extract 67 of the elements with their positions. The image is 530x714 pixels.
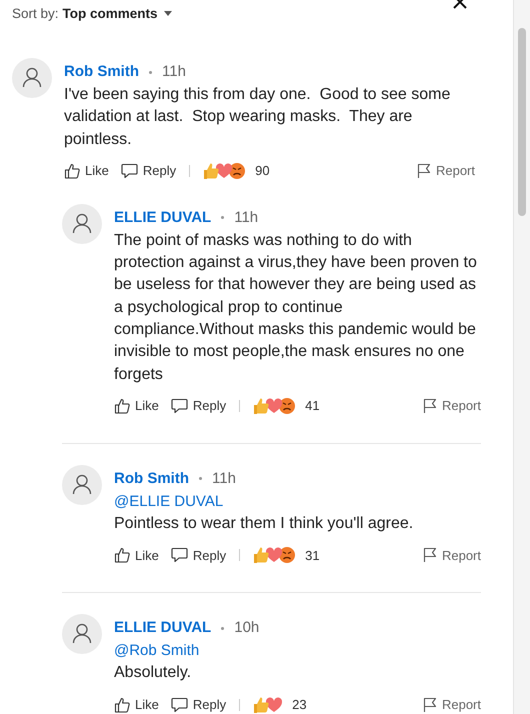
reply-button[interactable]: Reply	[170, 398, 226, 414]
comment-text: The point of masks was nothing to do with protection against a virus,they have been proven to be useless for that however they are being used as a psychological prop to continue compliance.Without masks this pandemic would be invisible to most people,the mask ensures no one forgets	[114, 230, 478, 385]
heart-emoji-icon	[215, 162, 234, 180]
report-button[interactable]: Report	[422, 696, 481, 713]
comment-text: Absolutely.	[114, 663, 192, 684]
like-button[interactable]: Like	[64, 162, 109, 179]
thumbs-up-emoji-icon	[202, 162, 220, 180]
like-button[interactable]: Like	[114, 547, 159, 564]
reply-button[interactable]: Reply	[170, 696, 226, 713]
separator-dot	[221, 626, 224, 630]
heart-emoji-icon	[265, 696, 284, 714]
thumbs-up-icon	[114, 547, 130, 564]
avatar-icon	[62, 614, 102, 654]
author-name[interactable]: Rob Smith	[64, 62, 139, 82]
close-icon[interactable]	[453, 0, 467, 10]
thumbs-up-icon	[114, 696, 130, 713]
flag-icon	[416, 162, 431, 179]
scrollbar[interactable]	[513, 0, 530, 714]
reaction-count: 90	[255, 163, 270, 178]
like-button[interactable]: Like	[114, 696, 159, 713]
thumbs-up-icon	[114, 398, 130, 414]
mention-link[interactable]: @ELLIE DUVAL	[114, 490, 224, 513]
flag-icon	[422, 547, 437, 564]
avatar-icon	[62, 464, 102, 505]
scrollbar-thumb[interactable]	[518, 28, 526, 216]
comment-text: I've been saying this from day one. Good to see some validation at last. Stop wearing masks. They are pointless.	[64, 85, 452, 150]
angry-face-emoji-icon	[278, 396, 296, 415]
reaction-count: 41	[305, 398, 320, 414]
comment-text: Pointless to wear them I think you'll agree.	[114, 514, 414, 534]
author-name[interactable]: ELLIE DUVAL	[114, 618, 212, 638]
timestamp: 10h	[234, 618, 260, 638]
report-button[interactable]: Report	[422, 398, 481, 414]
separator-dot	[149, 70, 152, 74]
sort-dropdown[interactable]: Top comments	[62, 6, 172, 21]
speech-bubble-icon	[170, 398, 188, 414]
thumbs-up-emoji-icon	[252, 546, 270, 564]
avatar-icon	[12, 58, 52, 98]
reply-button[interactable]: Reply	[120, 162, 176, 179]
mention-link[interactable]: @Rob Smith	[114, 640, 200, 662]
report-button[interactable]: Report	[422, 547, 481, 564]
avatar-icon	[62, 204, 102, 244]
angry-face-emoji-icon	[228, 162, 246, 180]
reply-button[interactable]: Reply	[170, 547, 226, 564]
timestamp: 11h	[234, 208, 258, 228]
report-button[interactable]: Report	[416, 162, 475, 179]
speech-bubble-icon	[170, 547, 188, 564]
thumbs-up-emoji-icon	[252, 396, 270, 415]
speech-bubble-icon	[120, 162, 138, 179]
reaction-count: 23	[292, 697, 307, 712]
heart-emoji-icon	[265, 546, 284, 564]
timestamp: 11h	[212, 468, 236, 489]
sort-label: Sort by:	[12, 6, 59, 21]
caret-icon	[164, 11, 172, 16]
separator-dot	[221, 216, 224, 220]
thumbs-up-icon	[64, 162, 80, 179]
flag-icon	[422, 398, 437, 414]
timestamp: 11h	[162, 62, 186, 82]
author-name[interactable]: ELLIE DUVAL	[114, 208, 212, 228]
author-name[interactable]: Rob Smith	[114, 468, 189, 489]
speech-bubble-icon	[170, 696, 188, 713]
reaction-count: 31	[305, 548, 320, 563]
like-button[interactable]: Like	[114, 398, 159, 414]
flag-icon	[422, 696, 437, 713]
separator-dot	[199, 477, 202, 480]
heart-emoji-icon	[265, 396, 284, 415]
angry-face-emoji-icon	[278, 546, 296, 564]
thumbs-up-emoji-icon	[252, 696, 270, 714]
